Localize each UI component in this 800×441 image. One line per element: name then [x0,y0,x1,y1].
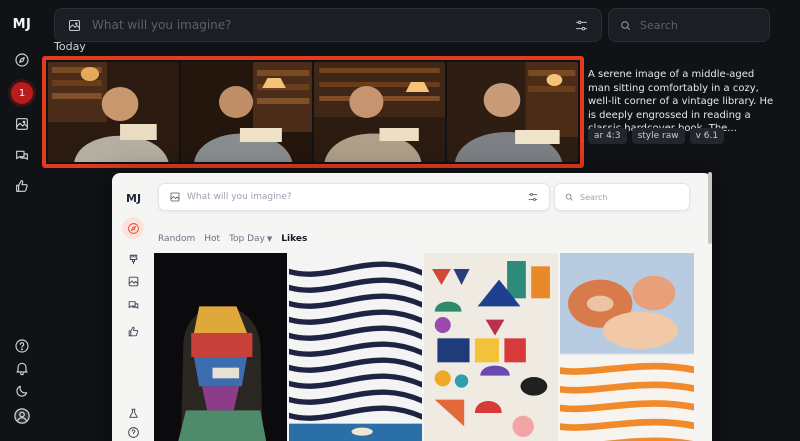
overlay-images-nav[interactable] [122,270,144,292]
thumbs-up-icon [128,326,138,336]
prompt-input[interactable]: What will you imagine? [54,8,602,42]
search-icon [565,193,573,201]
tab-hot[interactable]: Hot [204,234,220,244]
flask-icon [128,408,138,418]
overlay-likes-nav[interactable] [122,320,144,342]
param-tag[interactable]: style raw [631,128,685,144]
overlay-create-nav[interactable] [122,248,144,270]
moon-icon [16,385,28,397]
image-icon [16,118,28,130]
grid-image-shapes[interactable] [424,253,558,441]
create-nav[interactable] [0,116,44,132]
explore-window: MJ What will you imagine? Search Random … [112,173,712,441]
generated-image-1[interactable] [48,62,179,162]
prompt-description[interactable]: A serene image of a middle-aged man sitt… [588,68,778,136]
chat-icon [128,300,138,309]
account-nav[interactable] [0,407,44,425]
tab-top-day-label: Top Day [229,234,265,244]
overlay-help-nav[interactable] [122,421,144,441]
grid-image-stripes[interactable] [289,253,422,441]
overlay-search-input[interactable]: Search [554,183,690,211]
overlay-prompt-input[interactable]: What will you imagine? [158,183,550,211]
search-icon [621,20,631,30]
parameter-tags: ar 4:3 style raw v 6.1 [588,128,725,144]
overlay-prompt-placeholder: What will you imagine? [187,192,292,202]
brush-icon [129,254,137,264]
search-input[interactable]: Search [608,8,770,42]
settings-sliders-icon[interactable] [527,191,539,203]
param-tag[interactable]: ar 4:3 [588,128,627,144]
search-placeholder: Search [640,18,678,32]
chat-icon [16,150,28,160]
overlay-logo[interactable]: MJ [126,192,141,205]
generated-image-3[interactable] [314,62,445,162]
thumbs-up-icon [16,180,28,192]
compass-icon [15,53,29,67]
generated-images-strip [42,56,584,168]
compass-icon [127,222,139,234]
tab-likes[interactable]: Likes [281,234,307,244]
tab-top-day[interactable]: Top Day ▼ [229,234,272,244]
overlay-chat-nav[interactable] [122,294,144,316]
image-icon [128,276,138,286]
bell-icon [16,362,28,376]
overlay-explore-nav[interactable] [122,217,144,239]
help-icon [127,426,139,438]
generated-image-4[interactable] [447,62,578,162]
settings-sliders-icon[interactable] [574,18,589,33]
notification-count: 1 [11,82,33,104]
theme-toggle[interactable] [0,383,44,399]
notifications-nav[interactable] [0,360,44,376]
chevron-down-icon: ▼ [266,235,273,243]
chat-nav[interactable] [0,148,44,164]
explore-nav[interactable] [0,52,44,68]
prompt-placeholder: What will you imagine? [92,18,232,32]
explore-tabs: Random Hot Top Day ▼ Likes [158,234,307,244]
help-nav[interactable] [0,338,44,354]
user-icon [14,408,30,424]
tab-random[interactable]: Random [158,234,195,244]
image-upload-icon[interactable] [169,191,181,203]
notification-badge[interactable]: 1 [0,82,44,104]
overlay-search-placeholder: Search [580,192,608,202]
generated-image-2[interactable] [181,62,312,162]
overlay-scrollbar[interactable] [708,172,712,244]
help-icon [15,339,29,353]
grid-image-portrait[interactable] [154,253,287,441]
explore-grid [154,253,694,441]
image-upload-icon[interactable] [67,18,82,33]
param-tag[interactable]: v 6.1 [689,128,725,144]
likes-nav[interactable] [0,178,44,194]
app-logo[interactable]: MJ [13,17,32,32]
section-title: Today [54,40,86,53]
grid-image-abstract[interactable] [560,253,694,441]
